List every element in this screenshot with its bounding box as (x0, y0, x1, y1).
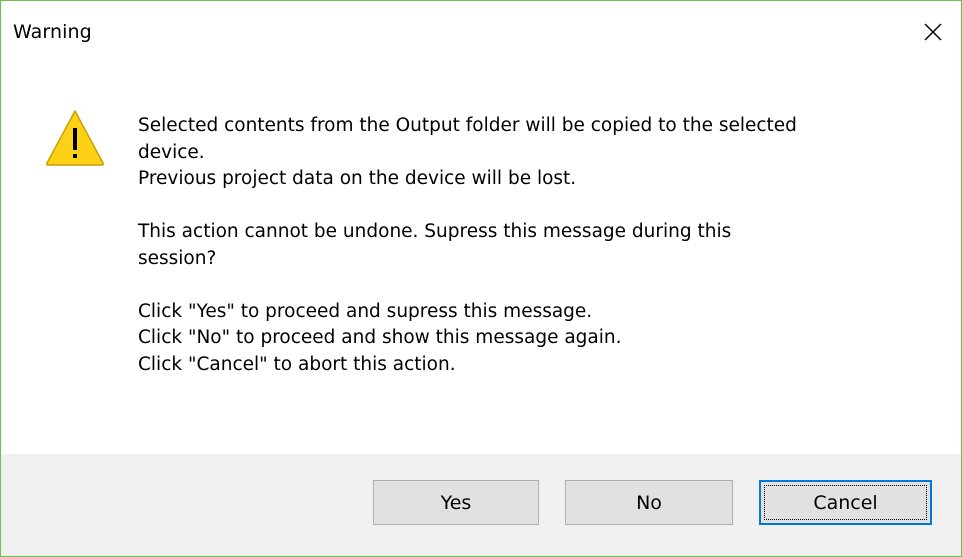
cancel-button-label: Cancel (813, 491, 878, 514)
dialog-title: Warning (13, 21, 92, 43)
message-paragraph-instructions: Click "Yes" to proceed and supress this … (138, 300, 622, 375)
close-button[interactable] (905, 1, 961, 63)
no-button[interactable]: No (565, 480, 733, 525)
message-paragraph-confirm: This action cannot be undone. Supress th… (138, 221, 732, 269)
message-paragraph-copy: Selected contents from the Output folder… (138, 115, 797, 189)
title-bar[interactable]: Warning (1, 1, 961, 63)
warning-icon (44, 108, 106, 168)
cancel-button[interactable]: Cancel (759, 480, 932, 525)
yes-button[interactable]: Yes (373, 480, 539, 525)
no-button-label: No (636, 491, 662, 514)
close-icon (923, 22, 943, 42)
warning-dialog: Warning Selected contents from the Outpu… (0, 0, 962, 557)
yes-button-label: Yes (440, 491, 472, 514)
dialog-content: Selected contents from the Output folder… (1, 63, 961, 454)
button-bar: Yes No Cancel (1, 454, 961, 556)
message-text: Selected contents from the Output folder… (138, 113, 918, 378)
